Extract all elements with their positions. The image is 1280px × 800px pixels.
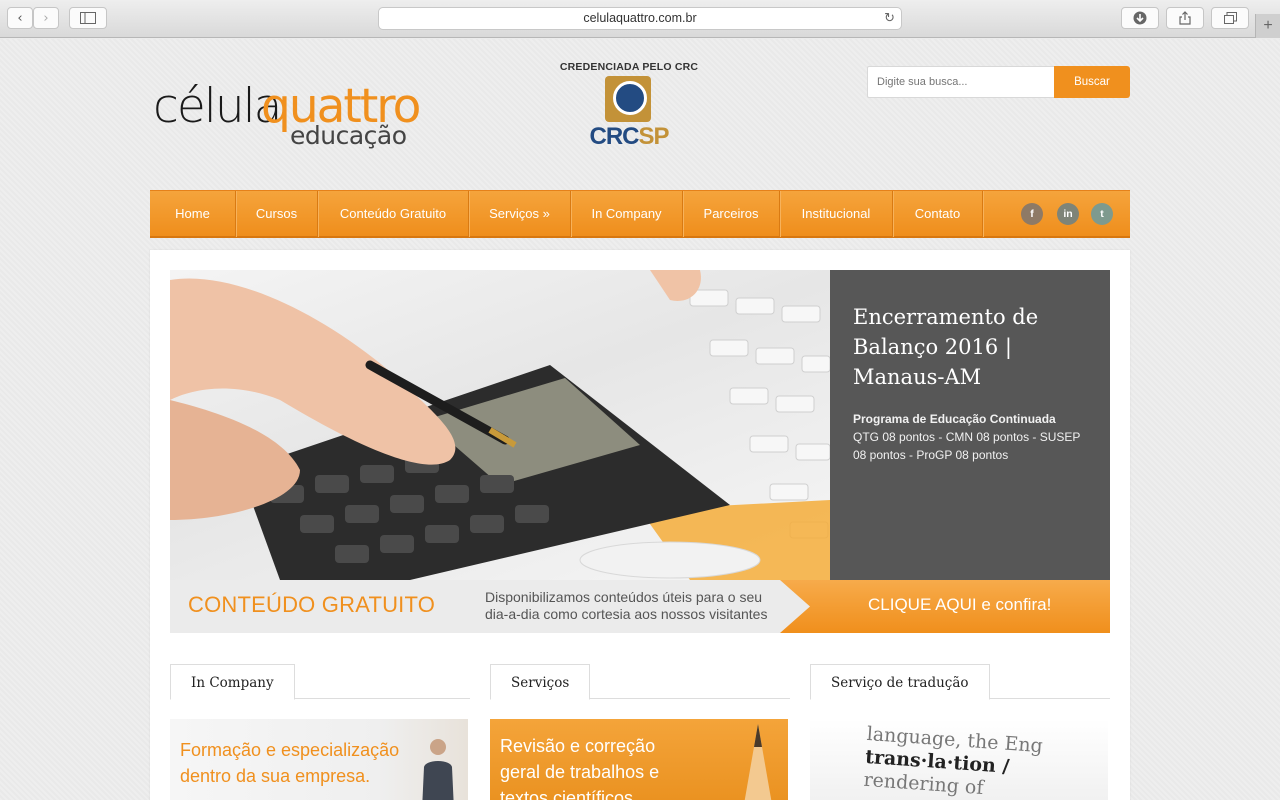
column-traducao-header: Serviço de tradução: [810, 663, 1110, 700]
facebook-icon[interactable]: f: [1021, 203, 1043, 225]
crc-badge: CREDENCIADA PELO CRC CRCSP: [555, 61, 703, 161]
servicos-line3: textos científicos: [500, 788, 634, 800]
hero-caption[interactable]: Encerramento de Balanço 2016 | Manaus-AM…: [830, 270, 1110, 580]
nav-item-institucional[interactable]: Institucional: [780, 191, 893, 237]
sidebar-toggle-button[interactable]: [69, 7, 107, 29]
servicos-line2: geral de trabalhos e: [500, 762, 660, 782]
in-company-card[interactable]: Formação e especialização dentro da sua …: [170, 719, 468, 800]
crc-globe-icon: [613, 81, 647, 115]
crc-top-text: CREDENCIADA PELO CRC: [559, 61, 699, 73]
servicos-line1: Revisão e correção: [500, 736, 656, 756]
forward-button[interactable]: ›: [33, 7, 59, 29]
free-content-banner[interactable]: CONTEÚDO GRATUITO Disponibilizamos conte…: [170, 580, 1110, 633]
tab-in-company[interactable]: In Company: [170, 664, 295, 700]
banner-cta[interactable]: CLIQUE AQUI e confira!: [868, 595, 1051, 615]
servicos-card-text: Revisão e correção geral de trabalhos e …: [500, 733, 659, 800]
download-icon: [1133, 11, 1147, 25]
nav-item-contato[interactable]: Contato: [893, 191, 983, 237]
banner-title: CONTEÚDO GRATUITO: [188, 592, 436, 617]
hero-desc-text: QTG 08 pontos - CMN 08 pontos - SUSEP 08…: [853, 430, 1081, 462]
banner-desc-line2: dia-a-dia como cortesia aos nossos visit…: [485, 606, 768, 622]
hero-desc-bold: Programa de Educação Continuada: [853, 412, 1056, 426]
share-icon: [1179, 11, 1191, 25]
column-servicos-header: Serviços: [490, 663, 790, 700]
hero-description: Programa de Educação Continuada QTG 08 p…: [853, 410, 1087, 464]
crc-text-a: CRC: [589, 123, 639, 150]
new-tab-button[interactable]: +: [1255, 14, 1280, 38]
main-nav: Home Cursos Conteúdo Gratuito Serviços »…: [150, 190, 1130, 238]
sidebar-icon: [80, 12, 96, 24]
browser-toolbar: ‹ › celulaquattro.com.br ↻ +: [0, 0, 1280, 38]
search-button[interactable]: Buscar: [1054, 66, 1130, 98]
in-company-card-text: Formação e especialização dentro da sua …: [180, 737, 399, 789]
search-input[interactable]: [867, 66, 1055, 98]
traducao-card[interactable]: language, the Eng trans·la·tion / render…: [810, 719, 1108, 800]
traducao-card-text: language, the Eng trans·la·tion / render…: [863, 723, 1044, 800]
page-body: célula quattro educação CREDENCIADA PELO…: [0, 39, 1280, 800]
nav-item-cursos[interactable]: Cursos: [236, 191, 318, 237]
nav-item-home[interactable]: Home: [150, 191, 236, 237]
businessman-figure: [422, 739, 454, 800]
banner-desc-line1: Disponibilizamos conteúdos úteis para o …: [485, 589, 763, 605]
hero-image[interactable]: [170, 270, 830, 580]
column-in-company-header: In Company: [170, 663, 470, 700]
content-panel: Encerramento de Balanço 2016 | Manaus-AM…: [150, 250, 1130, 800]
search-form: Buscar: [867, 66, 1130, 98]
tab-servico-de-traducao[interactable]: Serviço de tradução: [810, 664, 990, 700]
tabs-overview-button[interactable]: [1211, 7, 1249, 29]
servicos-card[interactable]: Revisão e correção geral de trabalhos e …: [490, 719, 788, 800]
crc-text: CRCSP: [555, 123, 703, 151]
reload-icon[interactable]: ↻: [884, 8, 895, 29]
tab-servicos[interactable]: Serviços: [490, 664, 591, 700]
in-company-line1: Formação e especialização: [180, 740, 400, 760]
in-company-line2: dentro da sua empresa.: [180, 766, 371, 786]
tabs-icon: [1223, 12, 1237, 24]
nav-item-in-company[interactable]: In Company: [571, 191, 683, 237]
linkedin-icon[interactable]: in: [1057, 203, 1079, 225]
hero-title: Encerramento de Balanço 2016 | Manaus-AM: [853, 305, 1039, 389]
address-bar[interactable]: celulaquattro.com.br ↻: [378, 7, 902, 30]
nav-item-parceiros[interactable]: Parceiros: [683, 191, 780, 237]
back-button[interactable]: ‹: [7, 7, 33, 29]
downloads-button[interactable]: [1121, 7, 1159, 29]
banner-description: Disponibilizamos conteúdos úteis para o …: [485, 589, 767, 623]
hero-illustration: [170, 270, 830, 580]
crc-text-b: SP: [638, 123, 669, 150]
nav-item-servicos[interactable]: Serviços »: [469, 191, 571, 237]
twitter-icon[interactable]: t: [1091, 203, 1113, 225]
share-button[interactable]: [1166, 7, 1204, 29]
logo-word-educacao: educação: [290, 121, 407, 150]
nav-item-conteudo-gratuito[interactable]: Conteúdo Gratuito: [318, 191, 469, 237]
url-text: celulaquattro.com.br: [583, 11, 697, 25]
site-logo[interactable]: célula quattro educação: [153, 79, 421, 189]
pencil-figure: [744, 724, 772, 800]
